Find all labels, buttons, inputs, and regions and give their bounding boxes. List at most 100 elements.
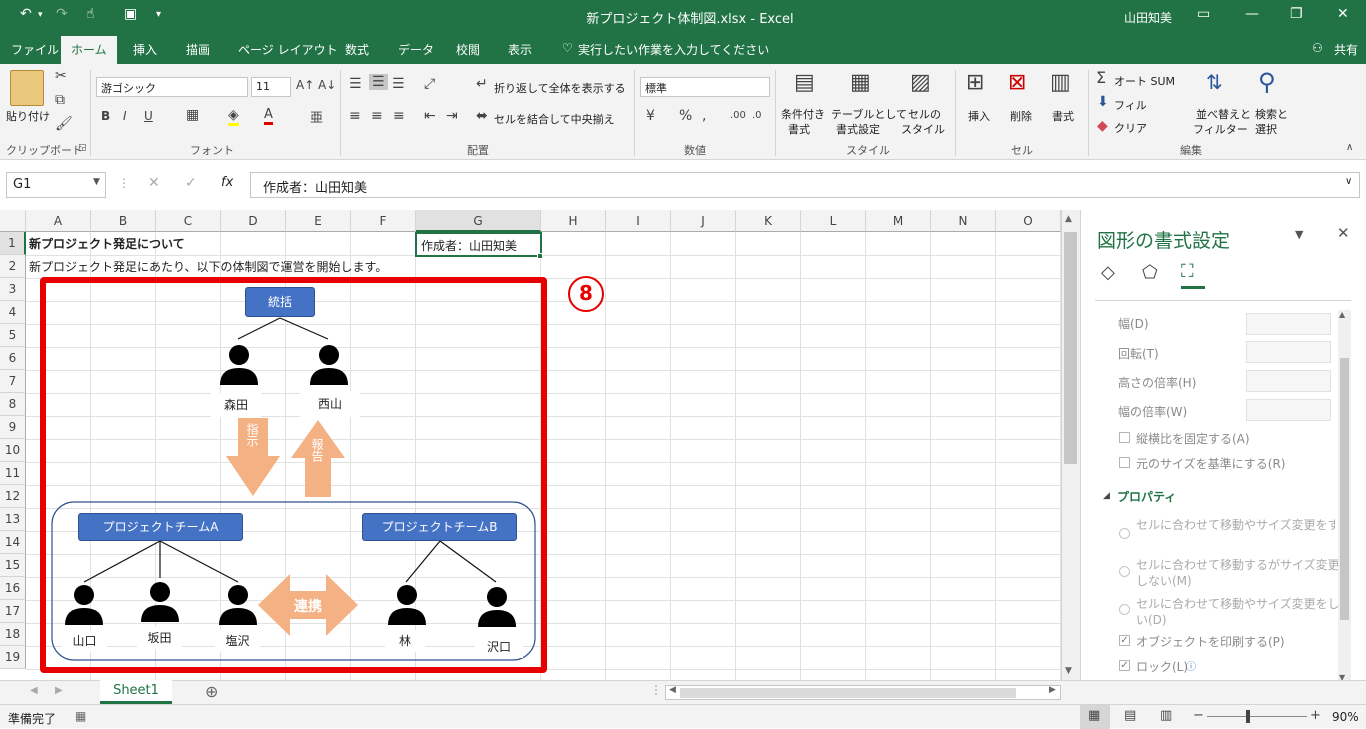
align-middle-icon[interactable]: ☰ xyxy=(369,74,388,90)
grow-font-icon[interactable]: A↑ xyxy=(296,78,314,92)
pane-close-icon[interactable]: ✕ xyxy=(1337,224,1350,242)
cell-styles-label-1[interactable]: セルの xyxy=(908,106,941,122)
spreadsheet-grid[interactable]: A B C D E F G H I J K L M N O 1 2 3 4 5 … xyxy=(0,210,1080,680)
tab-insert[interactable]: 挿入 xyxy=(133,41,157,58)
insert-function-icon[interactable]: fx xyxy=(221,175,233,190)
sort-filter-label-2[interactable]: フィルター xyxy=(1193,121,1248,137)
tab-data[interactable]: データ xyxy=(398,41,434,58)
align-left-icon[interactable]: ≡ xyxy=(349,108,361,124)
close-icon[interactable]: ✕ xyxy=(1337,6,1349,22)
find-select-label-1[interactable]: 検索と xyxy=(1255,106,1288,122)
insert-cells-button[interactable]: 挿入 xyxy=(968,108,990,124)
name-box[interactable]: G1 xyxy=(6,172,106,198)
find-select-icon[interactable]: ⚲ xyxy=(1258,68,1276,96)
scroll-right-icon[interactable]: ▶ xyxy=(1049,685,1056,695)
info-icon[interactable]: ⓘ xyxy=(1186,658,1196,673)
expand-formula-icon[interactable]: ∨ xyxy=(1345,176,1352,187)
sort-filter-label-1[interactable]: 並べ替えと xyxy=(1196,106,1251,122)
find-select-label-2[interactable]: 選択 xyxy=(1255,121,1277,137)
decrease-decimal-icon[interactable]: .0 xyxy=(752,110,762,121)
tab-page-layout[interactable]: ページ レイアウト xyxy=(238,41,338,58)
lock-checkbox[interactable]: ✓ xyxy=(1119,660,1130,671)
zoom-slider[interactable] xyxy=(1207,716,1307,717)
cell-styles-icon[interactable]: ▨ xyxy=(910,70,931,95)
page-layout-view-icon[interactable]: ▤ xyxy=(1124,708,1136,723)
italic-button[interactable]: I xyxy=(123,109,127,123)
autosum-button[interactable]: オート SUM xyxy=(1114,73,1175,89)
vertical-scroll-thumb[interactable] xyxy=(1064,232,1077,464)
font-color-icon[interactable]: A xyxy=(264,107,273,125)
increase-indent-icon[interactable]: ⇥ xyxy=(446,108,458,124)
move-size-radio[interactable] xyxy=(1119,528,1130,539)
clipboard-launcher-icon[interactable]: ◲ xyxy=(78,143,87,153)
restore-icon[interactable]: ❐ xyxy=(1290,6,1303,22)
insert-cells-icon[interactable]: ⊞ xyxy=(966,70,984,95)
horizontal-scroll-thumb[interactable] xyxy=(680,688,1016,698)
customize-qat-icon[interactable]: ▾ xyxy=(156,9,161,20)
tab-review[interactable]: 校閲 xyxy=(456,41,480,58)
effects-icon[interactable]: ⬠ xyxy=(1142,262,1158,283)
page-break-view-icon[interactable]: ▥ xyxy=(1160,708,1172,723)
properties-section-header[interactable]: プロパティ xyxy=(1117,488,1176,505)
clear-button[interactable]: クリア xyxy=(1114,120,1147,136)
sort-filter-icon[interactable]: ⇅ xyxy=(1206,70,1223,94)
minimize-icon[interactable]: — xyxy=(1245,6,1259,22)
align-top-icon[interactable]: ☰ xyxy=(349,76,362,92)
align-right-icon[interactable]: ≡ xyxy=(393,108,405,124)
format-table-label-1[interactable]: テーブルとして xyxy=(831,106,907,122)
zoom-slider-thumb[interactable] xyxy=(1246,710,1250,723)
decrease-indent-icon[interactable]: ⇤ xyxy=(424,108,436,124)
align-center-icon[interactable]: ≡ xyxy=(371,108,383,124)
merge-center-button[interactable]: セルを結合して中央揃え xyxy=(494,111,615,127)
merge-icon[interactable]: ⬌ xyxy=(476,108,488,124)
save-icon[interactable]: ▣ xyxy=(124,6,137,22)
print-object-checkbox[interactable]: ✓ xyxy=(1119,635,1130,646)
wrap-text-icon[interactable]: ↵ xyxy=(476,76,488,92)
percent-button[interactable]: % xyxy=(679,108,692,124)
undo-icon[interactable]: ↶ xyxy=(20,6,32,22)
format-table-icon[interactable]: ▦ xyxy=(850,70,871,95)
org-box-team-b[interactable]: プロジェクトチームB xyxy=(362,513,517,541)
shrink-font-icon[interactable]: A↓ xyxy=(318,78,336,92)
scroll-tabs-left-icon[interactable]: ◀ xyxy=(30,685,38,696)
sheet-tab-sheet1[interactable]: Sheet1 xyxy=(100,680,172,704)
delete-cells-icon[interactable]: ⊠ xyxy=(1008,70,1026,95)
scroll-left-icon[interactable]: ◀ xyxy=(669,685,676,695)
fill-button[interactable]: フィル xyxy=(1114,97,1147,113)
view-normal-button[interactable]: ▦ xyxy=(1080,705,1110,729)
delete-cells-button[interactable]: 削除 xyxy=(1010,108,1032,124)
tab-view[interactable]: 表示 xyxy=(508,41,532,58)
paste-icon[interactable] xyxy=(10,70,44,106)
zoom-out-icon[interactable]: − xyxy=(1193,708,1204,723)
share-button[interactable]: 共有 xyxy=(1334,41,1358,58)
format-painter-icon[interactable]: 🖌 xyxy=(55,116,73,132)
split-handle-icon[interactable]: ⋮ xyxy=(650,683,662,697)
fill-icon[interactable]: ⬇ xyxy=(1097,94,1109,110)
autosum-icon[interactable]: Σ xyxy=(1096,68,1106,87)
size-properties-tab[interactable]: ⛶ xyxy=(1181,261,1205,289)
wrap-text-button[interactable]: 折り返して全体を表示する xyxy=(494,80,626,96)
pane-options-icon[interactable]: ▼ xyxy=(1295,228,1303,241)
number-format-combo[interactable]: 標準 xyxy=(640,77,770,97)
format-cells-button[interactable]: 書式 xyxy=(1052,108,1074,124)
tab-home[interactable]: ホーム xyxy=(61,36,117,64)
zoom-level[interactable]: 90% xyxy=(1332,710,1359,724)
format-table-label-2[interactable]: 書式設定 xyxy=(836,121,880,137)
tell-me-box[interactable]: 実行したい作業を入力してください xyxy=(578,41,769,58)
move-no-size-radio[interactable] xyxy=(1119,566,1130,577)
org-box-top[interactable]: 統括 xyxy=(245,287,315,317)
format-cells-icon[interactable]: ▥ xyxy=(1050,70,1071,95)
fill-line-icon[interactable]: ◇ xyxy=(1101,262,1115,283)
scroll-tabs-right-icon[interactable]: ▶ xyxy=(55,685,63,696)
increase-decimal-icon[interactable]: .00 xyxy=(730,110,746,121)
copy-icon[interactable]: ⧉ xyxy=(55,92,65,108)
align-bottom-icon[interactable]: ☰ xyxy=(392,76,405,92)
cut-icon[interactable]: ✂ xyxy=(55,68,67,84)
tab-file[interactable]: ファイル xyxy=(11,41,59,58)
phonetic-icon[interactable]: 亜 xyxy=(310,107,323,126)
font-name-combo[interactable]: 游ゴシック xyxy=(96,77,248,97)
section-expanded-icon[interactable]: ◢ xyxy=(1103,491,1110,501)
name-box-dropdown-icon[interactable]: ▼ xyxy=(93,177,100,187)
collapse-ribbon-icon[interactable]: ∧ xyxy=(1346,142,1353,153)
undo-dropdown-icon[interactable]: ▾ xyxy=(38,10,43,20)
